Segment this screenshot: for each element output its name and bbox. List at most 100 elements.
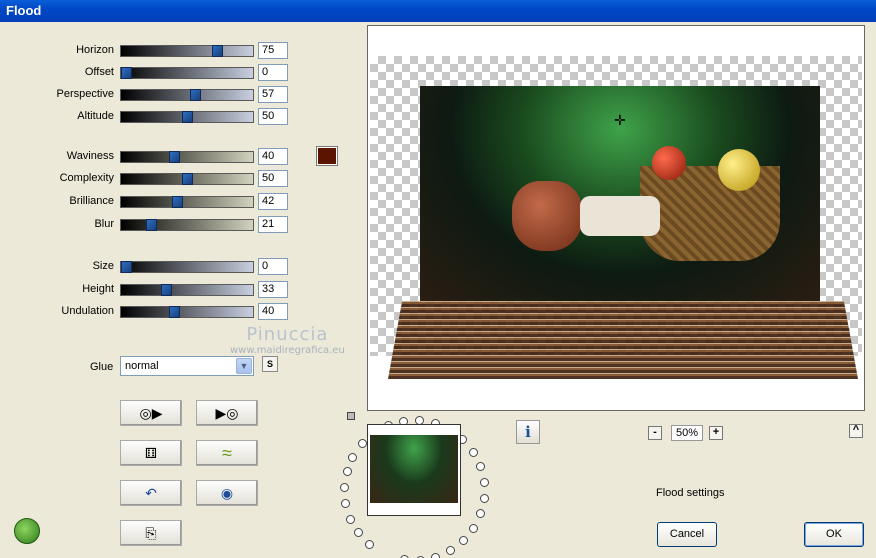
wave-button[interactable]: ≈ [196,440,258,466]
slider-thumb[interactable] [169,306,180,318]
slider-thumb[interactable] [121,261,132,273]
navigator-ring-dot[interactable] [479,477,489,487]
copy-button[interactable]: ⎘ [120,520,182,546]
random-dice-icon: ⚅ [144,444,158,461]
slider-track[interactable] [120,261,254,273]
slider-track[interactable] [120,67,254,79]
watermark-name: Pinuccia [246,324,329,345]
slider-thumb[interactable] [190,89,201,101]
slider-value-field[interactable]: 42 [258,193,288,210]
slider-row-height: Height 33 [0,281,300,299]
slider-track[interactable] [120,196,254,208]
window-title: Flood [0,0,876,22]
navigator-ring-dot[interactable] [354,528,364,538]
slider-track[interactable] [120,151,254,163]
navigator-ring-dot[interactable] [475,509,485,519]
slider-thumb[interactable] [172,196,183,208]
slider-value-field[interactable]: 75 [258,42,288,59]
navigator-ring-dot[interactable] [340,483,350,493]
slider-thumb[interactable] [182,111,193,123]
navigator-ring-dot[interactable] [365,539,375,549]
zoom-out-button[interactable]: - [648,426,662,440]
slider-row-complexity: Complexity 50 [0,170,300,188]
fruit-shape [718,149,760,191]
slider-value-field[interactable]: 50 [258,108,288,125]
slider-value-field[interactable]: 40 [258,148,288,165]
slider-thumb[interactable] [182,173,193,185]
color-swatch[interactable] [316,146,338,166]
watermark-url: www.maidiregrafica.eu [230,345,345,356]
next-preset-button[interactable]: ▶◎ [196,400,258,426]
slider-row-offset: Offset 0 [0,64,300,82]
slider-value-field[interactable]: 21 [258,216,288,233]
navigator-thumbnail[interactable] [367,424,461,516]
flood-reflection [388,301,858,379]
info-button[interactable]: i [516,420,540,444]
slider-track[interactable] [120,284,254,296]
preview-panel[interactable]: ✛ [367,25,865,411]
undo-button[interactable]: ↶ [120,480,182,506]
previous-preset-button[interactable]: ◎▶ [120,400,182,426]
slider-label: Horizon [76,44,114,56]
slider-label: Altitude [77,110,114,122]
navigator-ring-dot[interactable] [357,439,367,449]
slider-track[interactable] [120,89,254,101]
reset-button[interactable]: ◉ [196,480,258,506]
navigator-ring-dot[interactable] [479,493,489,503]
slider-label: Waviness [66,150,114,162]
cloth-shape [580,196,660,236]
previous-preset-icon: ◎▶ [139,404,163,421]
navigator-ring-dot[interactable] [348,452,358,462]
slider-track[interactable] [120,111,254,123]
navigator-ring-dot[interactable] [468,523,478,533]
slider-track[interactable] [120,219,254,231]
basket-shape [640,166,780,261]
slider-track[interactable] [120,45,254,57]
random-button[interactable]: ⚅ [120,440,182,466]
slider-value-field[interactable]: 0 [258,258,288,275]
slider-row-undulation: Undulation 40 [0,303,300,321]
slider-value-field[interactable]: 57 [258,86,288,103]
chevron-down-icon[interactable]: ▼ [236,358,252,374]
navigator-ring-dot[interactable] [446,545,456,555]
slider-thumb[interactable] [212,45,223,57]
navigator-ring-dot[interactable] [468,447,478,457]
navigator-ring-dot[interactable] [431,552,441,558]
copy-icon: ⎘ [145,524,157,541]
slider-track[interactable] [120,306,254,318]
slider-track[interactable] [120,173,254,185]
slider-value-field[interactable]: 33 [258,281,288,298]
slider-thumb[interactable] [161,284,172,296]
navigator-handle[interactable] [347,412,355,420]
slider-value-field[interactable]: 0 [258,64,288,81]
scroll-up-button[interactable]: ^ [849,424,863,438]
slider-label: Blur [94,218,114,230]
glue-s-button[interactable]: S [262,356,278,372]
pot-shape [512,181,582,251]
slider-label: Offset [84,66,114,78]
crosshair-icon[interactable]: ✛ [614,112,626,129]
navigator-ring-dot[interactable] [475,462,485,472]
undo-icon: ↶ [145,484,157,501]
slider-row-perspective: Perspective 57 [0,86,300,104]
slider-thumb[interactable] [121,67,132,79]
navigator-ring-dot[interactable] [458,536,468,546]
navigator-ring-dot[interactable] [346,514,356,524]
wave-icon: ≈ [222,442,232,463]
navigator-ring-dot[interactable] [341,499,351,509]
slider-row-altitude: Altitude 50 [0,108,300,126]
glue-select[interactable]: normal ▼ [120,356,254,376]
slider-row-horizon: Horizon 75 [0,42,300,60]
glue-label: Glue [90,361,114,373]
slider-value-field[interactable]: 40 [258,303,288,320]
slider-thumb[interactable] [169,151,180,163]
zoom-in-button[interactable]: + [709,426,723,440]
ok-button[interactable]: OK [804,522,864,547]
slider-value-field[interactable]: 50 [258,170,288,187]
navigator-ring-dot[interactable] [342,467,352,477]
cancel-button[interactable]: Cancel [657,522,717,547]
thumbnail-image [370,435,458,503]
slider-row-waviness: Waviness 40 [0,148,300,166]
slider-thumb[interactable] [146,219,157,231]
slider-label: Brilliance [69,195,114,207]
